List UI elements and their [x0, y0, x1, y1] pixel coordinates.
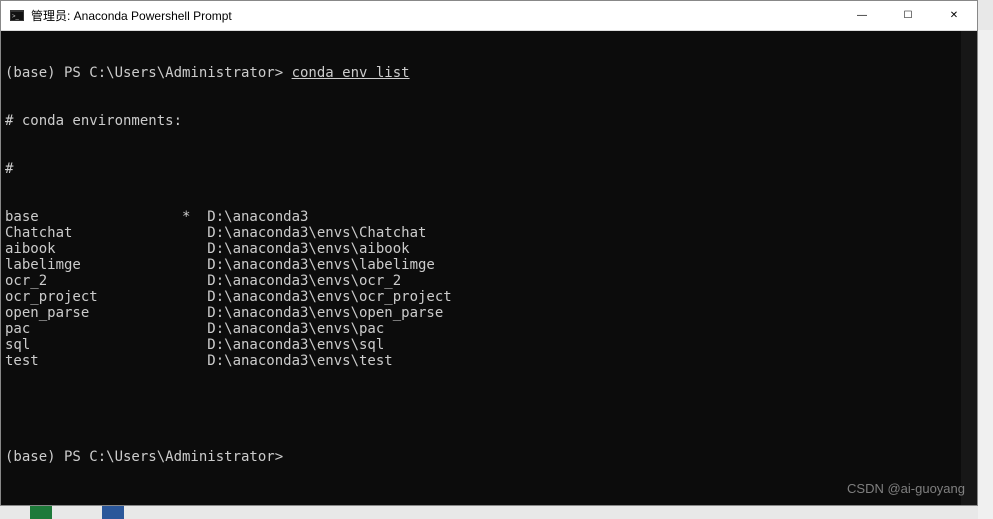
command-text: conda env list [292, 65, 410, 81]
blank-line [5, 401, 973, 417]
close-button[interactable]: ✕ [931, 1, 977, 30]
minimize-icon: — [857, 10, 867, 21]
close-icon: ✕ [950, 10, 958, 21]
environment-row: base * D:\anaconda3 [5, 209, 973, 225]
terminal-body[interactable]: (base) PS C:\Users\Administrator> conda … [1, 31, 977, 505]
watermark-text: CSDN @ai-guoyang [847, 481, 965, 497]
environment-row: test D:\anaconda3\envs\test [5, 353, 973, 369]
minimize-button[interactable]: — [839, 1, 885, 30]
window-title: 管理员: Anaconda Powershell Prompt [31, 7, 839, 24]
environment-row: ocr_2 D:\anaconda3\envs\ocr_2 [5, 273, 973, 289]
terminal-scrollbar[interactable] [961, 31, 977, 505]
titlebar[interactable]: >_ 管理员: Anaconda Powershell Prompt — ☐ ✕ [1, 1, 977, 31]
maximize-button[interactable]: ☐ [885, 1, 931, 30]
environment-row: aibook D:\anaconda3\envs\aibook [5, 241, 973, 257]
background-strip [978, 30, 993, 519]
output-header-2: # [5, 161, 973, 177]
prompt-line-2: (base) PS C:\Users\Administrator> [5, 449, 973, 465]
environment-row: labelimge D:\anaconda3\envs\labelimge [5, 257, 973, 273]
output-header-1: # conda environments: [5, 113, 973, 129]
svg-text:>_: >_ [12, 14, 20, 20]
maximize-icon: ☐ [904, 10, 913, 21]
prompt-text: (base) PS C:\Users\Administrator> [5, 449, 283, 465]
environment-row: sql D:\anaconda3\envs\sql [5, 337, 973, 353]
prompt-prefix: (base) PS C:\Users\Administrator> [5, 65, 292, 81]
environment-list: base * D:\anaconda3Chatchat D:\anaconda3… [5, 209, 973, 369]
terminal-window: >_ 管理员: Anaconda Powershell Prompt — ☐ ✕… [0, 0, 978, 506]
taskbar-fragment [30, 506, 124, 519]
environment-row: ocr_project D:\anaconda3\envs\ocr_projec… [5, 289, 973, 305]
app-icon: >_ [9, 8, 25, 24]
environment-row: pac D:\anaconda3\envs\pac [5, 321, 973, 337]
prompt-line-1: (base) PS C:\Users\Administrator> conda … [5, 65, 973, 81]
environment-row: Chatchat D:\anaconda3\envs\Chatchat [5, 225, 973, 241]
taskbar-item-excel[interactable] [30, 506, 52, 519]
taskbar-item-word[interactable] [102, 506, 124, 519]
window-controls: — ☐ ✕ [839, 1, 977, 30]
environment-row: open_parse D:\anaconda3\envs\open_parse [5, 305, 973, 321]
